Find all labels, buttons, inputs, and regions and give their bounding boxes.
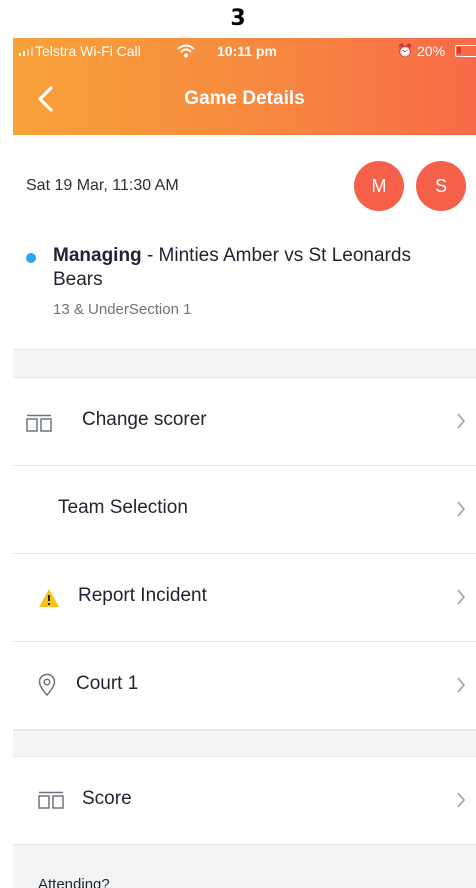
- warning-icon: [39, 589, 59, 607]
- game-summary: Sat 19 Mar, 11:30 AM M S Managing - Mint…: [13, 135, 476, 349]
- team-selection-row[interactable]: Team Selection: [13, 466, 476, 554]
- chevron-right-icon: [457, 589, 466, 605]
- page-number: 3: [230, 6, 246, 31]
- carrier-label: Telstra Wi-Fi Call: [35, 43, 141, 59]
- attending-section: Attending?: [13, 845, 476, 888]
- match-title: Managing - Minties Amber vs St Leonards …: [53, 244, 453, 292]
- phone-screen: Telstra Wi-Fi Call 10:11 pm ⏰ 20% Game D…: [13, 38, 476, 888]
- chevron-right-icon: [457, 413, 466, 429]
- section-divider: [13, 730, 476, 757]
- attending-label: Attending?: [38, 876, 110, 888]
- team-selection-label: Team Selection: [58, 497, 188, 518]
- scoreboard-icon: [26, 414, 52, 432]
- page-title: Game Details: [184, 88, 305, 109]
- change-scorer-label: Change scorer: [82, 409, 207, 430]
- court-row[interactable]: Court 1: [13, 642, 476, 730]
- status-bar: Telstra Wi-Fi Call 10:11 pm ⏰ 20%: [13, 38, 476, 64]
- signal-icon: [19, 46, 33, 56]
- game-date: Sat 19 Mar, 11:30 AM: [26, 177, 179, 194]
- role-label: Managing: [53, 245, 142, 266]
- alarm-icon: ⏰: [397, 43, 414, 58]
- scoreboard-icon: [38, 791, 64, 809]
- section-divider: [13, 349, 476, 378]
- location-pin-icon: [38, 673, 56, 697]
- division-label: 13 & UnderSection 1: [53, 301, 192, 318]
- battery-percent: 20%: [417, 43, 446, 59]
- court-label: Court 1: [76, 673, 139, 694]
- wifi-icon: [177, 44, 195, 58]
- change-scorer-row[interactable]: Change scorer: [13, 378, 476, 466]
- score-row[interactable]: Score: [13, 757, 476, 845]
- chevron-right-icon: [457, 792, 466, 808]
- chevron-right-icon: [457, 501, 466, 517]
- score-label: Score: [82, 788, 132, 809]
- report-incident-label: Report Incident: [78, 585, 207, 606]
- status-dot-icon: [26, 253, 36, 263]
- avatar[interactable]: M: [354, 161, 404, 211]
- avatar[interactable]: S: [416, 161, 466, 211]
- clock: 10:11 pm: [217, 43, 277, 59]
- report-incident-row[interactable]: Report Incident: [13, 554, 476, 642]
- battery-icon: [455, 45, 476, 57]
- chevron-right-icon: [457, 677, 466, 693]
- nav-bar: Game Details: [13, 64, 476, 135]
